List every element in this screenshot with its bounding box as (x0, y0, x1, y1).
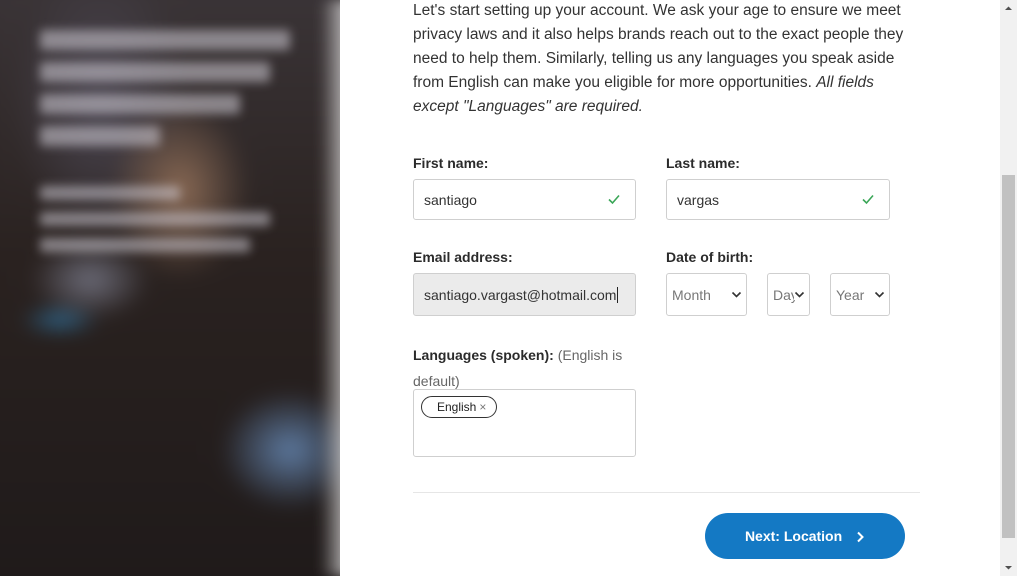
languages-input[interactable]: English × (413, 389, 636, 457)
dob-year-value: Year (836, 287, 865, 303)
email-value: santiago.vargast@hotmail.com (424, 287, 617, 303)
window-edge (1017, 0, 1034, 576)
hero-image (0, 0, 340, 576)
first-name-label: First name: (413, 155, 489, 171)
check-icon (862, 194, 874, 205)
languages-label-block: Languages (spoken): (English is default) (413, 342, 628, 394)
languages-label: Languages (spoken): (413, 347, 554, 363)
text-caret (617, 287, 619, 303)
next-location-button[interactable]: Next: Location (705, 513, 905, 559)
remove-tag-icon[interactable]: × (479, 400, 486, 414)
last-name-label: Last name: (666, 155, 740, 171)
last-name-value: vargas (677, 192, 720, 208)
scrollbar-thumb[interactable] (1002, 175, 1015, 538)
chevron-down-icon (794, 289, 805, 300)
email-value-wrap: santiago.vargast@hotmail.com (424, 287, 619, 303)
check-icon (608, 194, 620, 205)
dob-month-value: Month (672, 287, 711, 303)
section-divider (413, 492, 920, 493)
chevron-right-icon (857, 532, 864, 543)
dob-day-select[interactable]: Day (767, 273, 810, 316)
dob-label: Date of birth: (666, 249, 754, 265)
scroll-up-arrow-icon[interactable] (1000, 0, 1017, 17)
last-name-input[interactable]: vargas (666, 179, 890, 220)
email-label: Email address: (413, 249, 513, 265)
email-input[interactable]: santiago.vargast@hotmail.com (413, 273, 636, 316)
chevron-down-icon (731, 289, 742, 300)
language-tag-english: English × (421, 396, 498, 418)
next-button-label: Next: Location (744, 528, 843, 544)
intro-paragraph: Let's start setting up your account. We … (413, 0, 913, 119)
vertical-scrollbar[interactable] (1000, 0, 1017, 576)
scroll-down-arrow-icon[interactable] (1000, 559, 1017, 576)
dob-year-select[interactable]: Year (830, 273, 890, 316)
chevron-down-icon (874, 289, 885, 300)
first-name-value: santiago (424, 192, 477, 208)
language-tag-label: English (437, 400, 477, 414)
hero-fade (320, 0, 340, 576)
first-name-input[interactable]: santiago (413, 179, 636, 220)
dob-month-select[interactable]: Month (666, 273, 747, 316)
hero-blurred-text (40, 30, 290, 264)
